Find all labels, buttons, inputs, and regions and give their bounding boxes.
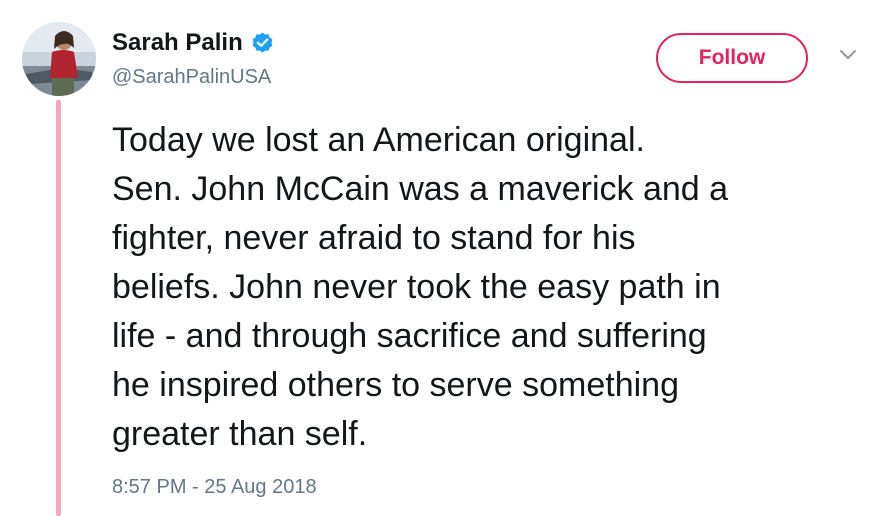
verified-badge-icon (252, 32, 273, 53)
tweet-text-line: fighter, never afraid to stand for his (112, 219, 636, 257)
author-handle[interactable]: @SarahPalinUSA (112, 66, 271, 89)
follow-button[interactable]: Follow (656, 33, 808, 83)
tweet-card: Sarah Palin @SarahPalinUSA Follow Today … (0, 0, 896, 516)
tweet-text-line: life - and through sacrifice and sufferi… (112, 317, 707, 355)
display-name-row: Sarah Palin (112, 28, 275, 58)
thread-line (56, 100, 61, 516)
tweet-text-line: beliefs. John never took the easy path i… (112, 268, 721, 306)
tweet-text: Today we lost an American original. Sen.… (112, 116, 882, 459)
avatar[interactable] (22, 22, 96, 96)
display-name[interactable]: Sarah Palin (112, 29, 243, 57)
tweet-text-line: greater than self. (112, 415, 368, 453)
chevron-down-icon[interactable] (838, 48, 858, 62)
tweet-text-line: Today we lost an American original. (112, 121, 645, 159)
tweet-text-line: Sen. John McCain was a maverick and a (112, 170, 729, 208)
tweet-timestamp[interactable]: 8:57 PM - 25 Aug 2018 (112, 476, 317, 499)
avatar-photo (22, 22, 96, 96)
tweet-text-line: he inspired others to serve something (112, 366, 679, 404)
